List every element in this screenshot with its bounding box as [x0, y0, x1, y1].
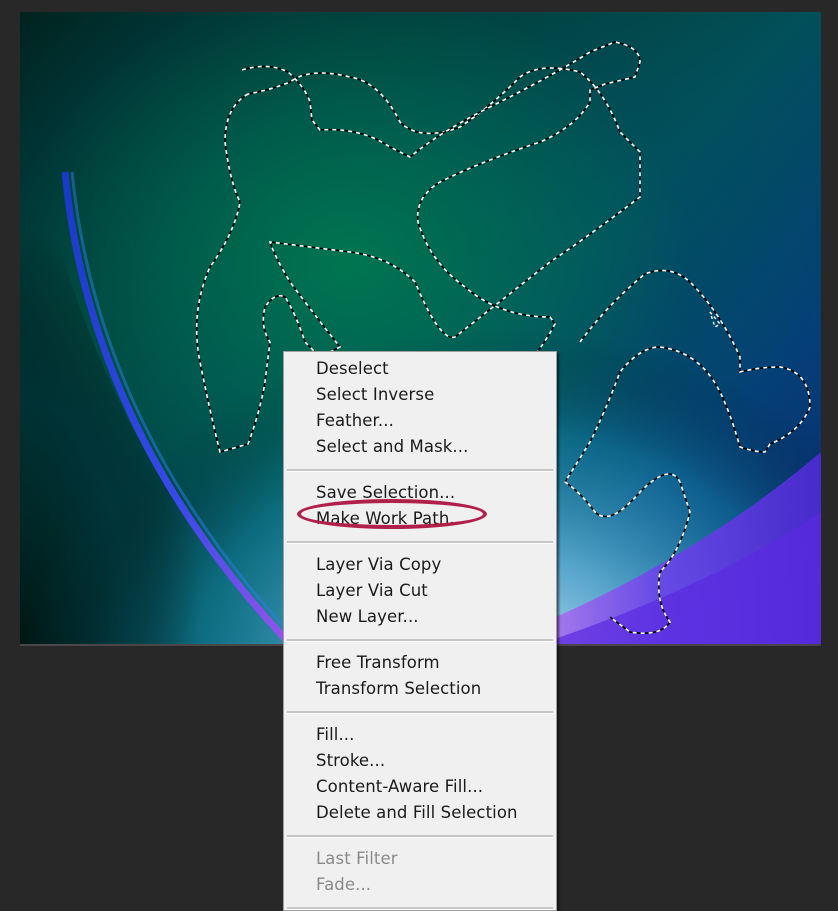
- menu-item-fade: Fade...: [316, 875, 372, 894]
- menu-separator: [287, 541, 553, 544]
- menu-separator: [287, 469, 553, 472]
- menu-item-delete-and-fill-selection[interactable]: Delete and Fill Selection: [284, 800, 556, 826]
- menu-item-layer-via-copy[interactable]: Layer Via Copy: [284, 552, 556, 578]
- menu-item-make-work-path[interactable]: Make Work Path...: [284, 506, 556, 532]
- menu-item-save-selection[interactable]: Save Selection...: [284, 480, 556, 506]
- menu-separator: [287, 711, 553, 714]
- menu-item-select-and-mask[interactable]: Select and Mask...: [284, 434, 556, 460]
- menu-separator: [287, 907, 553, 910]
- menu-item-fill[interactable]: Fill...: [284, 722, 556, 748]
- menu-item-select-inverse[interactable]: Select Inverse: [284, 382, 556, 408]
- menu-item-stroke[interactable]: Stroke...: [284, 748, 556, 774]
- menu-item-feather[interactable]: Feather...: [284, 408, 556, 434]
- menu-item-transform-selection[interactable]: Transform Selection: [284, 676, 556, 702]
- menu-item-new-layer[interactable]: New Layer...: [284, 604, 556, 630]
- selection-context-menu: Deselect Select Inverse Feather... Selec…: [283, 351, 557, 911]
- menu-separator: [287, 639, 553, 642]
- menu-item-free-transform[interactable]: Free Transform: [284, 650, 556, 676]
- menu-item-last-filter: Last Filter: [316, 849, 398, 868]
- menu-item-content-aware-fill[interactable]: Content-Aware Fill...: [284, 774, 556, 800]
- menu-separator: [287, 835, 553, 838]
- menu-item-layer-via-cut[interactable]: Layer Via Cut: [284, 578, 556, 604]
- menu-item-deselect[interactable]: Deselect: [284, 356, 556, 382]
